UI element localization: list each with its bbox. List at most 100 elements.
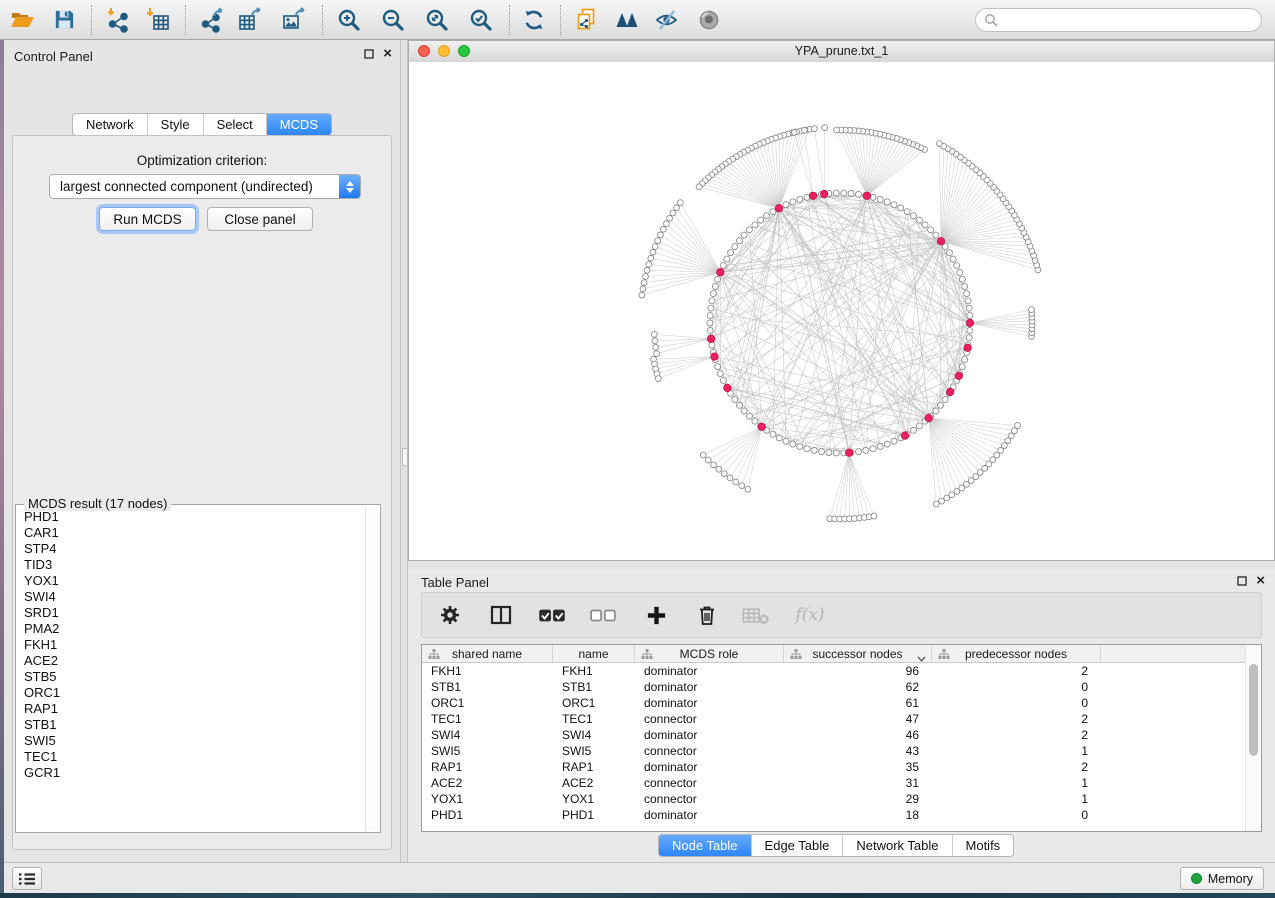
table-cell[interactable]: 1 xyxy=(932,744,1101,758)
graph-hub-node[interactable] xyxy=(711,353,718,360)
graph-node[interactable] xyxy=(942,396,948,402)
table-cell[interactable]: 0 xyxy=(932,696,1101,710)
graph-node[interactable] xyxy=(933,408,939,414)
graph-node[interactable] xyxy=(797,196,803,202)
graph-node[interactable] xyxy=(884,199,890,205)
graph-node[interactable] xyxy=(752,222,758,228)
table-cell[interactable]: 62 xyxy=(784,680,932,694)
graph-node[interactable] xyxy=(741,232,747,238)
graph-leaf-node[interactable] xyxy=(639,292,645,298)
tab-network[interactable]: Network xyxy=(73,114,147,135)
column-header-mcds-role[interactable]: MCDS role xyxy=(635,645,784,662)
table-cell[interactable]: 35 xyxy=(784,760,932,774)
import-table-icon[interactable] xyxy=(144,5,172,35)
graph-node[interactable] xyxy=(790,199,796,205)
table-cell[interactable]: 61 xyxy=(784,696,932,710)
mcds-result-item[interactable]: ACE2 xyxy=(24,653,366,669)
graph-leaf-node[interactable] xyxy=(812,126,818,132)
hide-selected-icon[interactable] xyxy=(653,5,681,35)
mcds-result-item[interactable]: TID3 xyxy=(24,557,366,573)
graph-node[interactable] xyxy=(770,209,776,215)
graph-hub-node[interactable] xyxy=(937,238,944,245)
zoom-selected-icon[interactable] xyxy=(467,5,495,35)
table-row[interactable]: ACE2ACE2connector311 xyxy=(422,775,1261,791)
graph-leaf-node[interactable] xyxy=(711,462,717,468)
graph-leaf-node[interactable] xyxy=(705,457,711,463)
graph-leaf-node[interactable] xyxy=(1029,307,1035,313)
close-table-panel-icon[interactable]: × xyxy=(1256,576,1265,586)
graph-node[interactable] xyxy=(720,263,726,269)
graph-node[interactable] xyxy=(898,205,904,211)
table-cell[interactable]: dominator xyxy=(635,808,784,822)
graph-leaf-node[interactable] xyxy=(933,501,939,507)
graph-leaf-node[interactable] xyxy=(696,184,702,190)
graph-node[interactable] xyxy=(720,377,726,383)
graph-node[interactable] xyxy=(870,446,876,452)
graph-node[interactable] xyxy=(804,446,810,452)
graph-leaf-node[interactable] xyxy=(727,475,733,481)
mcds-result-item[interactable]: STB5 xyxy=(24,669,366,685)
table-cell[interactable]: STB1 xyxy=(553,680,635,694)
table-cell[interactable]: FKH1 xyxy=(553,664,635,678)
graph-node[interactable] xyxy=(709,342,715,348)
table-cell[interactable]: connector xyxy=(635,776,784,790)
graph-leaf-node[interactable] xyxy=(674,205,680,211)
graph-node[interactable] xyxy=(833,450,839,456)
graph-leaf-node[interactable] xyxy=(677,200,683,206)
graph-node[interactable] xyxy=(732,244,738,250)
graph-node[interactable] xyxy=(826,450,832,456)
graph-node[interactable] xyxy=(938,402,944,408)
graph-hub-node[interactable] xyxy=(964,344,971,351)
graph-leaf-node[interactable] xyxy=(664,221,670,227)
graph-leaf-node[interactable] xyxy=(834,127,840,133)
graph-hub-node[interactable] xyxy=(717,269,724,276)
graph-node[interactable] xyxy=(863,447,869,453)
table-cell[interactable]: connector xyxy=(635,792,784,806)
graph-hub-node[interactable] xyxy=(925,414,932,421)
network-graph[interactable] xyxy=(409,62,1274,560)
table-cell[interactable]: 47 xyxy=(784,712,932,726)
export-image-icon[interactable] xyxy=(280,5,308,35)
network-canvas[interactable] xyxy=(409,62,1274,560)
status-list-button[interactable] xyxy=(12,867,42,890)
graph-leaf-node[interactable] xyxy=(937,141,943,147)
delete-column-icon[interactable] xyxy=(694,600,720,630)
run-mcds-button[interactable]: Run MCDS xyxy=(99,207,196,231)
tab-network-table[interactable]: Network Table xyxy=(842,835,951,856)
graph-node[interactable] xyxy=(712,283,718,289)
graph-leaf-node[interactable] xyxy=(716,466,722,472)
graph-node[interactable] xyxy=(833,190,839,196)
column-header-predecessor-nodes[interactable]: predecessor nodes xyxy=(932,645,1101,662)
graph-hub-node[interactable] xyxy=(955,372,962,379)
graph-node[interactable] xyxy=(736,402,742,408)
graph-leaf-node[interactable] xyxy=(667,215,673,221)
graph-hub-node[interactable] xyxy=(863,192,870,199)
graph-leaf-node[interactable] xyxy=(641,280,647,286)
table-row[interactable]: YOX1YOX1connector291 xyxy=(422,791,1261,807)
graph-node[interactable] xyxy=(770,431,776,437)
graph-hub-node[interactable] xyxy=(966,319,973,326)
graph-hub-node[interactable] xyxy=(845,449,852,456)
graph-leaf-node[interactable] xyxy=(655,376,661,382)
graph-node[interactable] xyxy=(758,217,764,223)
graph-node[interactable] xyxy=(933,232,939,238)
table-cell[interactable]: 31 xyxy=(784,776,932,790)
mcds-result-item[interactable]: ORC1 xyxy=(24,685,366,701)
tab-edge-table[interactable]: Edge Table xyxy=(751,835,843,856)
tab-select[interactable]: Select xyxy=(203,114,266,135)
graph-node[interactable] xyxy=(776,435,782,441)
graph-node[interactable] xyxy=(966,305,972,311)
export-table-icon[interactable] xyxy=(236,5,264,35)
graph-leaf-node[interactable] xyxy=(801,127,807,133)
graph-hub-node[interactable] xyxy=(775,205,782,212)
graph-leaf-node[interactable] xyxy=(652,338,658,344)
mcds-result-item[interactable]: SWI5 xyxy=(24,733,366,749)
table-cell[interactable]: FKH1 xyxy=(422,664,553,678)
table-cell[interactable]: dominator xyxy=(635,760,784,774)
table-cell[interactable]: RAP1 xyxy=(422,760,553,774)
table-cell[interactable]: 18 xyxy=(784,808,932,822)
mcds-result-item[interactable]: PHD1 xyxy=(24,509,366,525)
graph-leaf-node[interactable] xyxy=(791,130,797,136)
table-row[interactable]: TEC1TEC1connector472 xyxy=(422,711,1261,727)
graph-node[interactable] xyxy=(884,441,890,447)
